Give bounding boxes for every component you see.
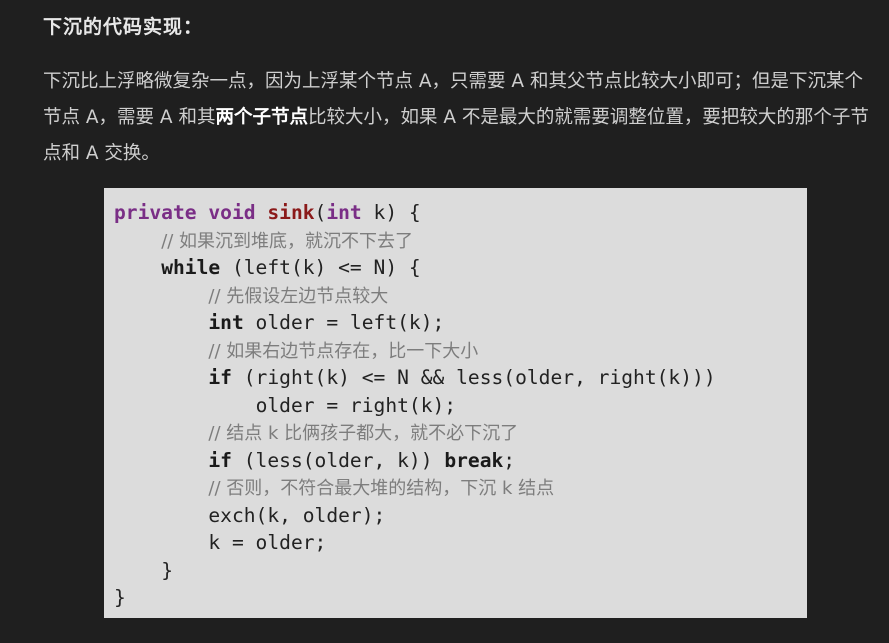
keyword-break: break <box>444 448 504 472</box>
keyword-int: int <box>208 311 244 334</box>
explanation-paragraph: 下沉比上浮略微复杂一点，因为上浮某个节点 A，只需要 A 和其父节点比较大小即可… <box>43 64 873 172</box>
code-text: ; <box>503 448 516 472</box>
code-text: (left(k) <= N) { <box>220 256 421 279</box>
code-line-9: // 结点 k 比俩孩子都大，就不必下沉了 <box>114 419 716 447</box>
code-text: (right(k) <= N && less(older, right(k))) <box>231 366 716 389</box>
code-text: exch(k, older); <box>208 503 386 527</box>
code-line-4: // 先假设左边节点较大 <box>114 282 716 310</box>
code-comment: // 如果右边节点存在，比一下大小 <box>208 340 479 362</box>
code-comment: // 结点 k 比俩孩子都大，就不必下沉了 <box>208 423 519 444</box>
code-line-15: } <box>114 584 716 612</box>
code-text: } <box>114 586 126 609</box>
code-line-2: // 如果沉到堆底，就沉不下去了 <box>114 227 716 255</box>
code-text: } <box>161 558 173 582</box>
code-comment: // 先假设左边节点较大 <box>208 285 389 307</box>
code-line-1: private void sink(int k) { <box>114 199 716 227</box>
keyword-private: private <box>114 201 197 224</box>
code-line-11: // 否则，不符合最大堆的结构，下沉 k 结点 <box>114 474 716 502</box>
code-line-7: if (right(k) <= N && less(older, right(k… <box>114 364 716 392</box>
keyword-void: void <box>208 201 256 224</box>
code-text: k) { <box>361 201 421 224</box>
keyword-while: while <box>161 256 221 279</box>
code-line-14: } <box>114 557 716 585</box>
code-text: (less(older, k)) <box>231 448 445 472</box>
section-heading: 下沉的代码实现： <box>43 16 204 38</box>
keyword-int: int <box>326 201 362 224</box>
code-line-6: // 如果右边节点存在，比一下大小 <box>114 337 716 365</box>
code-text: older = left(k); <box>243 311 445 334</box>
paragraph-bold-text: 两个子节点 <box>215 107 308 128</box>
code-block: private void sink(int k) { // 如果沉到堆底，就沉不… <box>114 199 716 612</box>
code-line-8: older = right(k); <box>114 392 716 420</box>
code-line-13: k = older; <box>114 529 716 557</box>
keyword-if: if <box>208 366 232 389</box>
code-line-5: int older = left(k); <box>114 309 716 337</box>
code-paren: ( <box>314 201 327 224</box>
function-name-sink: sink <box>267 201 315 224</box>
code-text: k = older; <box>208 531 327 554</box>
code-comment: // 如果沉到堆底，就沉不下去了 <box>161 230 414 252</box>
code-line-10: if (less(older, k)) break; <box>114 447 716 475</box>
code-text: older = right(k); <box>255 393 457 417</box>
keyword-if: if <box>208 448 232 472</box>
code-line-12: exch(k, older); <box>114 502 716 530</box>
code-line-3: while (left(k) <= N) { <box>114 254 716 282</box>
code-comment: // 否则，不符合最大堆的结构，下沉 k 结点 <box>208 478 555 499</box>
